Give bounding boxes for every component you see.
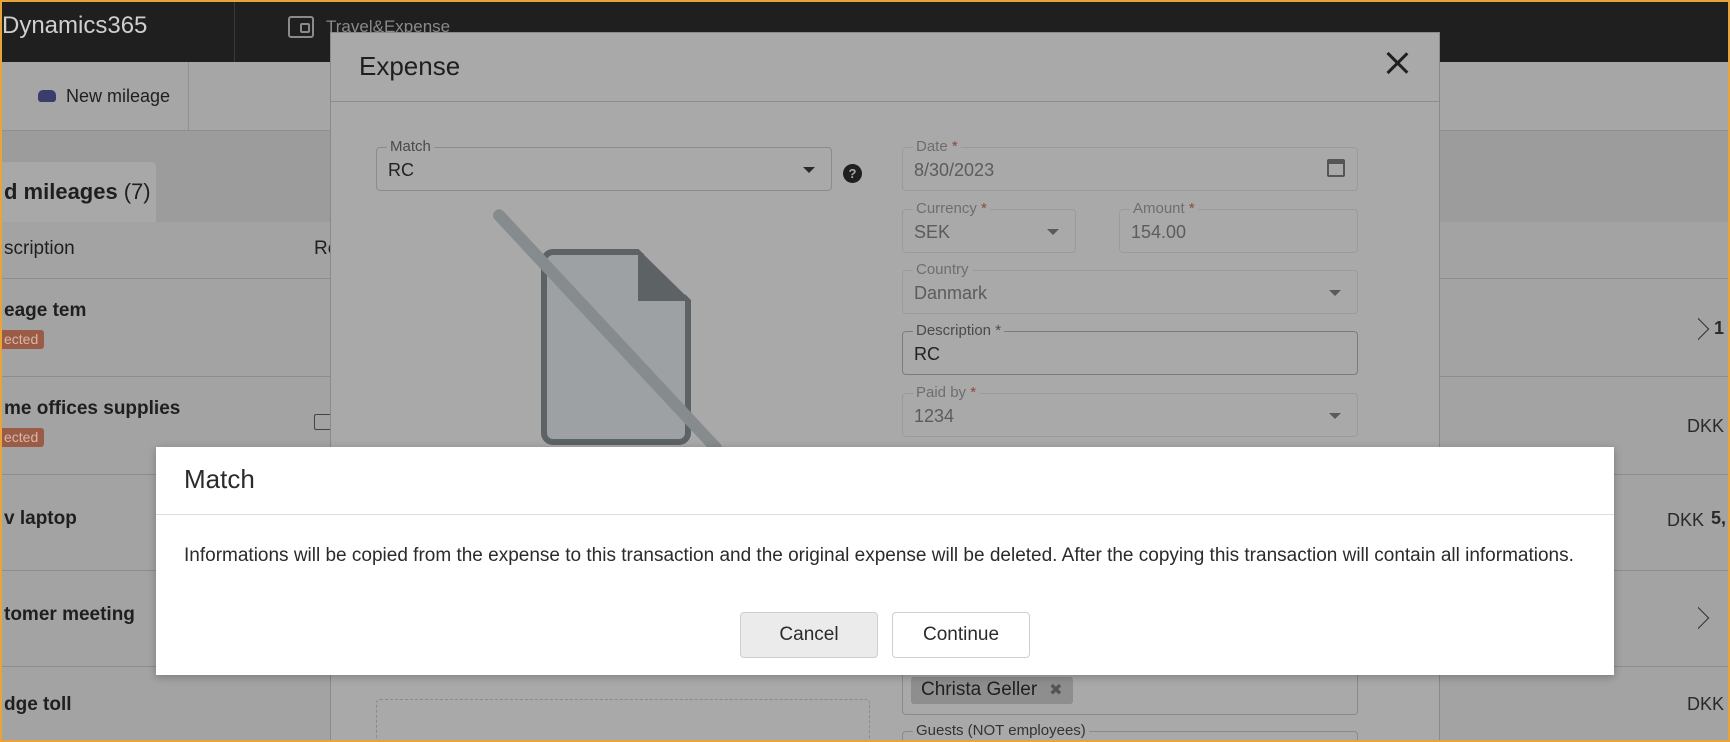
wallet-icon	[288, 16, 314, 38]
column-description[interactable]: scription	[4, 238, 75, 260]
tab-mileages[interactable]: d mileages (7)	[2, 162, 156, 222]
amount-field[interactable]: Amount * 154.00	[1119, 200, 1358, 253]
help-icon[interactable]: ?	[843, 164, 862, 183]
new-mileage-label: New mileage	[66, 85, 171, 106]
currency-select[interactable]: Currency * SEK	[902, 200, 1076, 253]
row-title: dge toll	[4, 694, 72, 715]
row-title: v laptop	[4, 508, 77, 529]
row-amount: 1	[1713, 318, 1724, 338]
chevron-down-icon	[803, 167, 815, 173]
row-title: eage tem	[4, 300, 87, 321]
continue-button[interactable]: Continue	[892, 612, 1030, 658]
country-select[interactable]: Country Danmark	[902, 261, 1358, 314]
match-select-value: RC	[388, 160, 414, 180]
date-field[interactable]: Date * 8/30/2023	[902, 138, 1358, 191]
row-title: tomer meeting	[4, 604, 135, 625]
navigation-icon	[1686, 606, 1710, 630]
match-dialog-message: Informations will be copied from the exp…	[184, 545, 1574, 566]
status-badge: ected	[2, 330, 45, 349]
currency-value: SEK	[914, 222, 951, 242]
match-select[interactable]: Match RC	[376, 138, 832, 191]
tab-count: (7)	[123, 179, 151, 204]
paid-by-label: Paid by *	[913, 384, 980, 401]
match-dialog-divider	[156, 514, 1614, 515]
match-dialog: Match Informations will be copied from t…	[156, 447, 1614, 675]
match-dialog-title: Match	[184, 464, 255, 494]
attendee-name: Christa Geller	[921, 679, 1038, 700]
cancel-button[interactable]: Cancel	[740, 612, 878, 658]
description-field[interactable]: Description * RC	[902, 322, 1358, 375]
chevron-down-icon	[1329, 290, 1341, 296]
calendar-icon[interactable]	[1327, 159, 1345, 177]
amount-value: 154.00	[1131, 222, 1187, 242]
country-label: Country	[913, 261, 972, 278]
top-bar-divider	[234, 2, 235, 62]
chevron-down-icon	[1329, 413, 1341, 419]
match-select-label: Match	[387, 138, 434, 155]
row-amount-currency: DKK	[1666, 510, 1704, 530]
currency-label: Currency *	[913, 200, 990, 217]
row-title: me offices supplies	[4, 398, 181, 419]
row-amount: 5,	[1710, 508, 1726, 528]
attendees-field[interactable]: Christa Geller ✖	[902, 669, 1358, 715]
description-label: Description *	[913, 322, 1005, 339]
row-amount-currency: DKK	[1686, 694, 1724, 714]
paid-by-select[interactable]: Paid by * 1234	[902, 384, 1358, 437]
app-brand[interactable]: Dynamics365	[2, 12, 147, 40]
row-amount-currency: DKK	[1686, 416, 1724, 436]
navigation-icon	[1686, 317, 1710, 341]
car-icon	[38, 90, 56, 102]
date-value: 8/30/2023	[914, 160, 995, 180]
guests-field[interactable]: Guests (NOT employees)	[902, 722, 1358, 740]
amount-label: Amount *	[1130, 200, 1198, 217]
country-value: Danmark	[914, 283, 988, 303]
chevron-down-icon	[1047, 229, 1059, 235]
guests-label: Guests (NOT employees)	[913, 722, 1089, 739]
close-icon[interactable]	[1385, 51, 1409, 75]
description-value: RC	[914, 344, 940, 364]
remove-chip-icon[interactable]: ✖	[1049, 680, 1062, 700]
attachment-dropzone[interactable]	[376, 699, 870, 740]
date-label: Date *	[913, 138, 961, 155]
paid-by-value: 1234	[914, 406, 955, 426]
expense-dialog-divider	[331, 101, 1439, 102]
expense-dialog-title: Expense	[359, 51, 461, 81]
tab-label: d mileages	[4, 179, 118, 204]
app-frame: Dynamics365 Travel&Expense New mileage d…	[0, 0, 1730, 742]
new-mileage-button[interactable]: New mileage	[38, 62, 190, 130]
status-badge: ected	[2, 428, 45, 447]
attendee-chip: Christa Geller ✖	[911, 677, 1073, 704]
